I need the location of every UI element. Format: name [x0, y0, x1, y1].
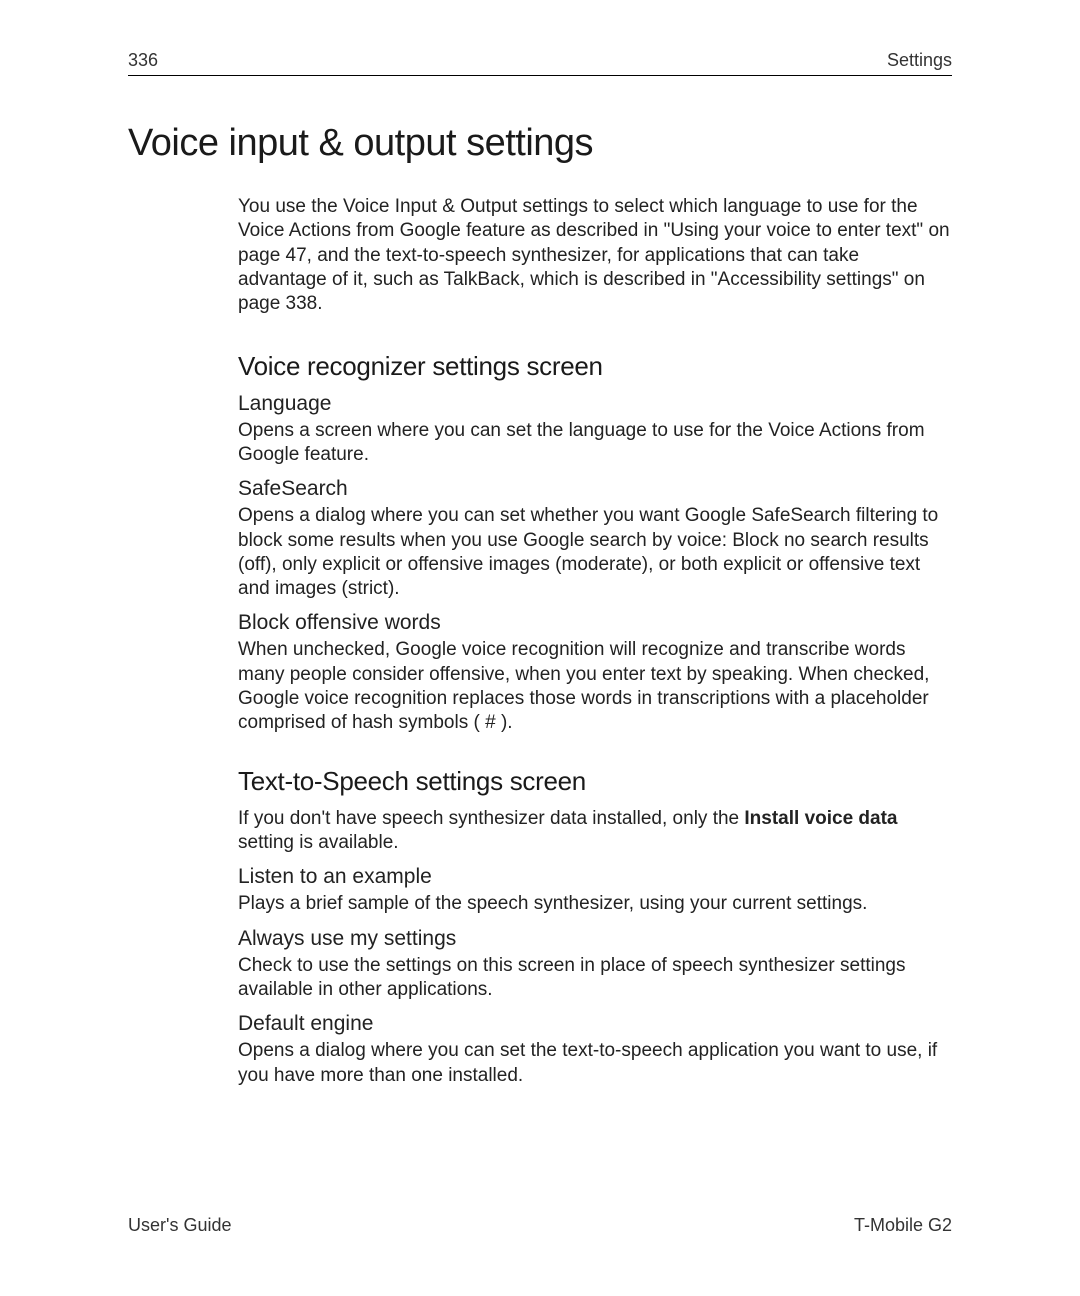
- body-safesearch: Opens a dialog where you can set whether…: [238, 504, 952, 601]
- document-page: 336 Settings Voice input & output settin…: [0, 0, 1080, 1088]
- body-block-offensive: When unchecked, Google voice recognition…: [238, 638, 952, 735]
- intro-paragraph: You use the Voice Input & Output setting…: [238, 195, 952, 317]
- section-heading-tts: Text-to-Speech settings screen: [238, 766, 952, 797]
- page-number: 336: [128, 50, 158, 71]
- section-heading-voice-recognizer: Voice recognizer settings screen: [238, 351, 952, 382]
- subheading-default-engine: Default engine: [238, 1012, 952, 1036]
- tts-intro-post: setting is available.: [238, 832, 399, 853]
- page-footer: User's Guide T-Mobile G2: [128, 1215, 952, 1236]
- body-default-engine: Opens a dialog where you can set the tex…: [238, 1039, 952, 1088]
- body-language: Opens a screen where you can set the lan…: [238, 419, 952, 468]
- tts-intro-bold: Install voice data: [744, 808, 897, 829]
- subheading-block-offensive: Block offensive words: [238, 611, 952, 635]
- body-listen: Plays a brief sample of the speech synth…: [238, 892, 952, 916]
- page-title: Voice input & output settings: [128, 122, 952, 165]
- subheading-listen: Listen to an example: [238, 865, 952, 889]
- body-always: Check to use the settings on this screen…: [238, 954, 952, 1003]
- page-header: 336 Settings: [128, 50, 952, 76]
- subheading-always: Always use my settings: [238, 927, 952, 951]
- footer-right: T-Mobile G2: [854, 1215, 952, 1236]
- content-column: You use the Voice Input & Output setting…: [128, 195, 952, 1088]
- tts-intro-pre: If you don't have speech synthesizer dat…: [238, 808, 744, 829]
- section-label: Settings: [887, 50, 952, 71]
- subheading-safesearch: SafeSearch: [238, 477, 952, 501]
- subheading-language: Language: [238, 392, 952, 416]
- footer-left: User's Guide: [128, 1215, 231, 1236]
- tts-intro: If you don't have speech synthesizer dat…: [238, 807, 952, 856]
